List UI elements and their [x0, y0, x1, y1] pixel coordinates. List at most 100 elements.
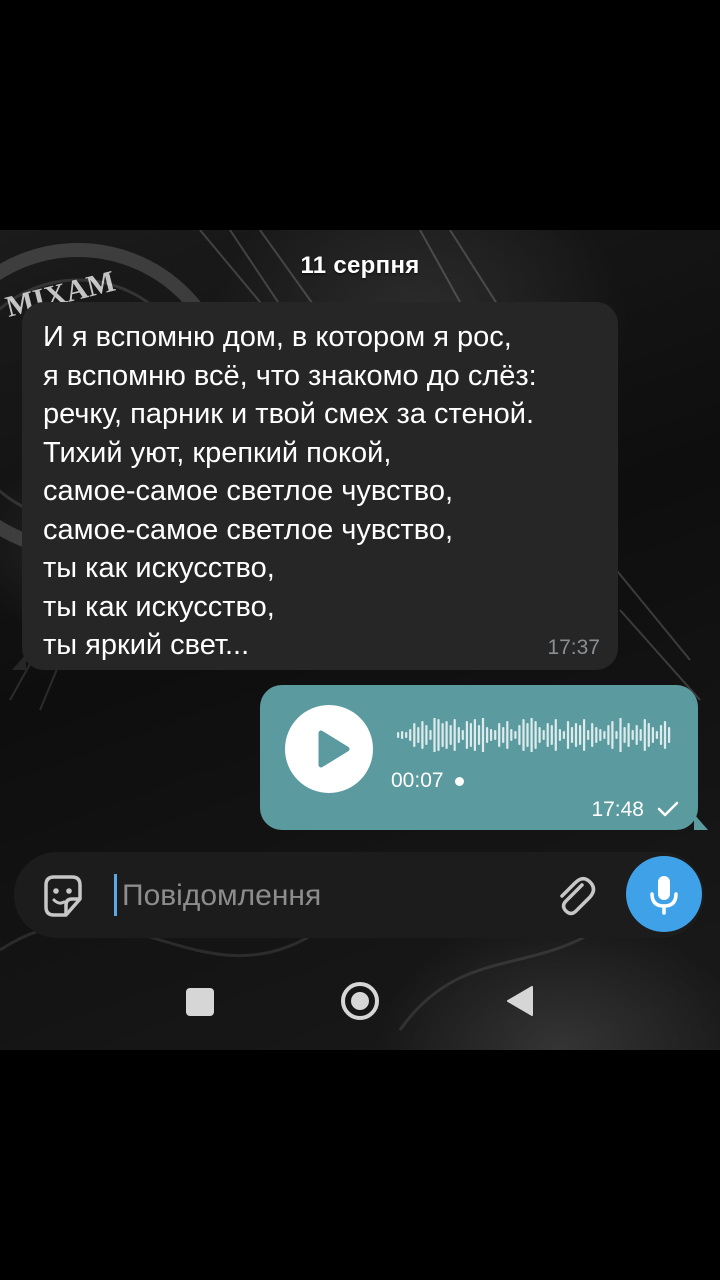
waveform-bar [441, 723, 444, 747]
bubble-tail [694, 814, 708, 830]
circle-icon[interactable] [339, 980, 381, 1022]
message-time: 17:48 [591, 798, 644, 821]
waveform-bar [607, 725, 610, 745]
waveform-bar [417, 727, 420, 743]
message-line: ты как искусство, [43, 552, 275, 584]
waveform-bar [546, 723, 549, 747]
waveform-bar [514, 731, 517, 739]
message-input[interactable] [120, 870, 544, 922]
waveform-bar [619, 718, 622, 752]
waveform-bar [579, 725, 582, 745]
waveform-bar [486, 727, 489, 743]
waveform-bar [526, 723, 529, 747]
waveform-bar [635, 725, 638, 745]
waveform-bar [429, 730, 432, 740]
waveform-bar [473, 719, 476, 751]
waveform-bar [433, 718, 436, 752]
message-line: самое-самое светлое чувство, [43, 513, 454, 546]
incoming-message-bubble[interactable]: И я вспомню дом, в котором я рос, я вспо… [12, 302, 618, 670]
message-composer [14, 852, 704, 938]
waveform-bar [611, 721, 614, 749]
waveform-bar [570, 727, 574, 743]
chat-screen: MIXAM 11 серпня И я вспомню дом, в котор… [0, 230, 720, 1050]
waveform-bar [615, 731, 618, 739]
waveform-bar [599, 729, 602, 741]
waveform-bar [659, 725, 663, 745]
play-button[interactable] [285, 705, 373, 793]
waveform-bar [405, 732, 408, 738]
message-line: И я вспомню дом, в котором я рос, [43, 321, 512, 353]
waveform-bar [413, 723, 416, 747]
voice-duration: 00:07 [391, 769, 444, 792]
waveform-bar [494, 730, 497, 740]
voice-message-bubble[interactable]: 00:07 17:48 [260, 685, 708, 830]
waveform-bar [655, 731, 658, 739]
waveform-bar [518, 725, 521, 745]
microphone-button[interactable] [626, 856, 702, 932]
waveform-bar [643, 719, 646, 751]
waveform-bar [437, 719, 440, 751]
message-line: ты как искусство, [43, 590, 275, 623]
message-line: самое-самое светлое чувство, [43, 475, 454, 507]
date-divider: 11 серпня [300, 252, 420, 279]
sticker-icon[interactable] [38, 871, 88, 921]
text-caret [114, 874, 117, 916]
waveform-bar [477, 725, 481, 745]
waveform-bar [603, 731, 606, 739]
system-navigation-bar [0, 960, 720, 1050]
waveform-bar [401, 731, 404, 739]
waveform-bar [595, 727, 598, 743]
waveform-bar [591, 723, 594, 747]
waveform-bar [502, 727, 505, 743]
message-line: Тихий уют, крепкий покой, [43, 436, 392, 469]
waveform-bar [498, 723, 501, 747]
waveform-bar [421, 721, 424, 749]
waveform-bar [583, 719, 586, 751]
square-icon[interactable] [186, 988, 214, 1016]
waveform-bar [631, 730, 634, 740]
waveform-bar [647, 723, 650, 747]
waveform-bar [574, 723, 578, 747]
waveform-bar [562, 731, 565, 739]
waveform-bar [554, 719, 557, 751]
waveform-bar [397, 732, 400, 738]
waveform-bar [445, 721, 448, 749]
waveform-bar [481, 718, 485, 752]
message-time: 17:37 [547, 636, 600, 659]
waveform-bar [469, 723, 472, 747]
microphone-icon [650, 876, 678, 915]
waveform-bar [639, 729, 642, 741]
waveform-bar [522, 719, 525, 751]
waveform-bar [534, 721, 537, 749]
waveform-bar [668, 727, 671, 743]
waveform-bar [542, 730, 545, 740]
waveform-bar [663, 721, 667, 749]
waveform-bar [409, 729, 412, 741]
waveform-bar [425, 725, 428, 745]
waveform-bar [461, 730, 464, 740]
waveform-bar [453, 719, 456, 751]
waveform-bar [465, 721, 468, 749]
voice-waveform[interactable] [397, 718, 672, 752]
waveform-bar [587, 730, 590, 740]
unplayed-dot [455, 777, 464, 786]
waveform-bar [558, 729, 561, 741]
waveform-bar [566, 721, 570, 749]
message-line: я вспомню всё, что знакомо до слёз: [43, 359, 537, 392]
waveform-bar [510, 729, 513, 741]
waveform-bar [550, 725, 553, 745]
waveform-bar [538, 727, 541, 743]
waveform-bar [530, 718, 533, 752]
triangle-back-icon[interactable] [504, 984, 536, 1018]
message-line: ты яркий свет... [43, 629, 250, 661]
waveform-bar [623, 727, 626, 743]
waveform-bar [457, 727, 460, 743]
bubble-tail [12, 654, 26, 670]
single-check-icon [657, 801, 679, 817]
play-icon [318, 730, 350, 768]
waveform-bar [506, 721, 509, 749]
waveform-bar [490, 729, 493, 741]
paperclip-icon[interactable] [552, 873, 598, 919]
waveform-bar [627, 723, 630, 747]
waveform-bar [651, 727, 654, 743]
